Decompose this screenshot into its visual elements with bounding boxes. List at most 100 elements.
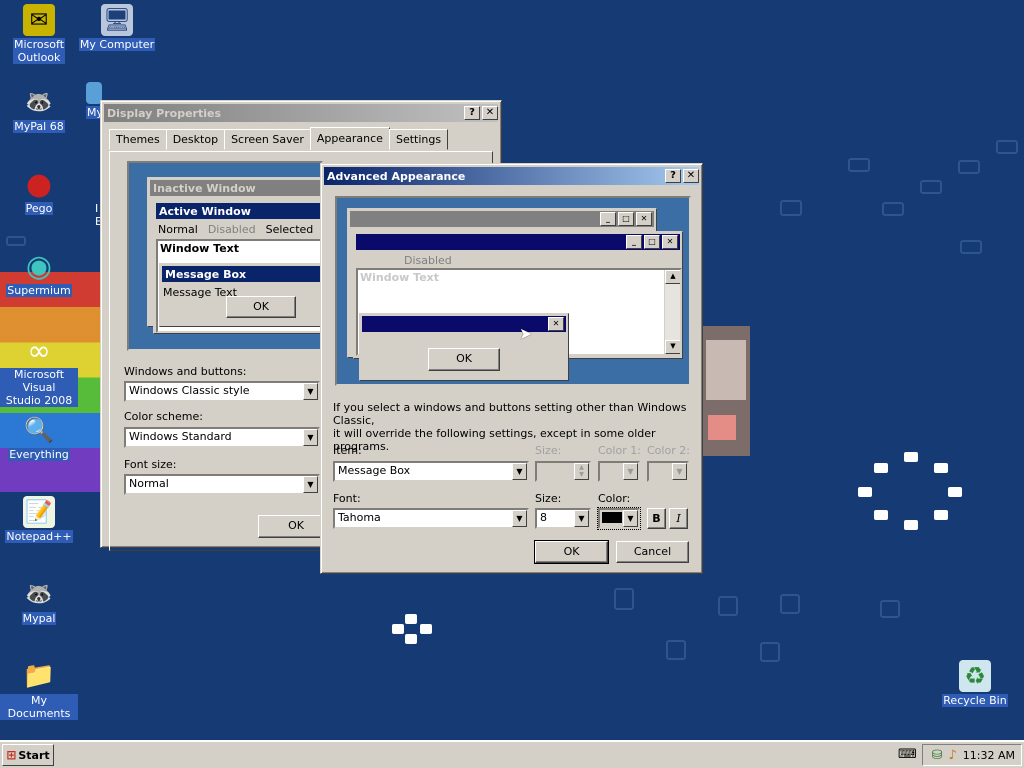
desktop-icon-label: Recycle Bin xyxy=(942,694,1008,707)
cancel-button[interactable]: Cancel xyxy=(616,541,689,563)
help-button[interactable]: ? xyxy=(464,106,480,120)
my-documents-icon: 📁 xyxy=(22,661,56,691)
help-button[interactable]: ? xyxy=(665,169,681,183)
size-label: Size: xyxy=(535,444,562,457)
spinner-arrows-icon[interactable]: ▲ ▼ xyxy=(574,463,589,480)
font-size-label: Size: xyxy=(535,492,562,505)
wallpaper-dot xyxy=(904,452,918,462)
color-1-picker[interactable]: ▼ xyxy=(598,461,640,482)
desktop-icon-recycle-bin[interactable]: ♻ Recycle Bin xyxy=(936,660,1014,707)
preview-menu-disabled: Disabled xyxy=(207,223,256,236)
wallpaper-deco xyxy=(666,640,686,660)
desktop-icon-my-documents[interactable]: 📁 My Documents xyxy=(0,660,78,720)
wallpaper-deco xyxy=(958,160,980,174)
chevron-down-icon[interactable]: ▼ xyxy=(574,510,589,527)
windows-and-buttons-select[interactable]: Windows Classic style ▼ xyxy=(124,381,320,402)
desktop-icon-pego[interactable]: ● Pego xyxy=(0,166,78,215)
appearance-preview: Inactive Window Active Window Normal Dis… xyxy=(127,161,333,351)
preview-inactive-title: _ □ ✕ xyxy=(350,211,654,227)
ok-button[interactable]: OK xyxy=(534,540,609,564)
network-icon[interactable]: ⛁ xyxy=(932,748,943,763)
desktop-icon-supermium[interactable]: ◉ Supermium xyxy=(0,248,78,297)
chevron-down-icon[interactable]: ▼ xyxy=(623,463,638,480)
dialog-title: Advanced Appearance xyxy=(327,169,466,183)
desktop-icon-my-computer[interactable]: 🖥 My Computer xyxy=(78,4,156,51)
wallpaper-dot xyxy=(904,520,918,530)
windows-and-buttons-label: Windows and buttons: xyxy=(124,365,247,378)
font-size-select[interactable]: Normal ▼ xyxy=(124,474,320,495)
chevron-down-icon[interactable]: ▼ xyxy=(303,476,318,493)
wallpaper-deco xyxy=(880,600,900,618)
start-button[interactable]: ⊞ Start xyxy=(2,744,54,766)
mypal-icon: 🦝 xyxy=(25,89,53,115)
wallpaper-dot xyxy=(405,614,417,624)
maximize-icon: □ xyxy=(618,212,634,226)
desktop-icon-label: Microsoft Visual Studio 2008 xyxy=(0,368,78,407)
italic-button[interactable]: I xyxy=(669,508,688,529)
color-2-picker[interactable]: ▼ xyxy=(647,461,689,482)
desktop-icon-notepadpp[interactable]: 📝 Notepad++ xyxy=(0,496,78,543)
preview-message-box[interactable]: ✕ OK xyxy=(359,313,569,381)
supermium-icon: ◉ xyxy=(25,248,53,284)
advanced-appearance-dialog: Advanced Appearance ? ✕ _ □ ✕ _ □ ✕ Disa… xyxy=(320,163,703,574)
preview-menu-disabled: Disabled xyxy=(404,254,452,267)
desktop-icon-label: My Documents xyxy=(0,694,78,720)
color-scheme-value: Windows Standard xyxy=(129,430,232,443)
font-select[interactable]: Tahoma ▼ xyxy=(333,508,529,529)
wallpaper-dot xyxy=(934,510,948,520)
tab-themes[interactable]: Themes xyxy=(109,129,167,150)
wallpaper-deco xyxy=(760,642,780,662)
bold-button[interactable]: B xyxy=(647,508,666,529)
desktop-icon-label: Microsoft Outlook xyxy=(12,38,66,64)
close-button[interactable]: ✕ xyxy=(482,106,498,120)
tab-screen-saver[interactable]: Screen Saver xyxy=(224,129,311,150)
desktop: ✉ Microsoft Outlook 🖥 My Computer 🦝 MyPa… xyxy=(0,0,1024,740)
chevron-down-icon[interactable]: ▼ xyxy=(512,510,527,527)
pego-icon: ● xyxy=(25,166,53,202)
wallpaper-deco xyxy=(882,202,904,216)
font-color-label: Color: xyxy=(598,492,631,505)
preview-message-title: ✕ xyxy=(362,316,566,332)
preview-message-title: Message Box xyxy=(162,266,326,282)
display-properties-titlebar[interactable]: Display Properties ? ✕ xyxy=(104,104,498,122)
volume-icon[interactable]: ♪ xyxy=(948,748,956,763)
desktop-icon-visual-studio[interactable]: ∞ Microsoft Visual Studio 2008 xyxy=(0,334,78,407)
chevron-down-icon[interactable]: ▼ xyxy=(512,463,527,480)
wallpaper-dot xyxy=(948,487,962,497)
clock[interactable]: 11:32 AM xyxy=(963,749,1015,762)
chevron-down-icon[interactable]: ▼ xyxy=(303,429,318,446)
advanced-preview[interactable]: _ □ ✕ _ □ ✕ Disabled Window Text ▲ ▼ ✕ O… xyxy=(335,196,691,386)
tab-appearance[interactable]: Appearance xyxy=(309,127,390,150)
chevron-down-icon[interactable]: ▼ xyxy=(303,383,318,400)
item-select[interactable]: Message Box ▼ xyxy=(333,461,529,482)
font-size-select[interactable]: 8 ▼ xyxy=(535,508,591,529)
wallpaper-deco xyxy=(960,240,982,254)
advanced-appearance-titlebar[interactable]: Advanced Appearance ? ✕ xyxy=(324,167,699,185)
chevron-down-icon[interactable]: ▼ xyxy=(623,510,638,527)
desktop-icon-everything[interactable]: 🔍 Everything xyxy=(0,414,78,461)
wallpaper-dot xyxy=(858,487,872,497)
chevron-down-icon[interactable]: ▼ xyxy=(672,463,687,480)
color-scheme-select[interactable]: Windows Standard ▼ xyxy=(124,427,320,448)
scroll-up-icon: ▲ xyxy=(665,270,680,284)
desktop-icon-outlook[interactable]: ✉ Microsoft Outlook xyxy=(0,4,78,64)
color-swatch xyxy=(602,512,622,523)
preview-message-box: Message Box Message Text OK xyxy=(159,263,329,327)
size-spinner[interactable]: ▲ ▼ xyxy=(535,461,591,482)
tab-desktop[interactable]: Desktop xyxy=(165,129,226,150)
mouse-cursor-icon: ➤ xyxy=(519,324,533,343)
font-color-picker[interactable]: ▼ xyxy=(597,507,641,530)
wallpaper-dot xyxy=(405,634,417,644)
close-icon: ✕ xyxy=(548,317,564,331)
keyboard-icon[interactable]: ⌨ xyxy=(898,747,917,762)
tab-settings[interactable]: Settings xyxy=(388,129,449,150)
preview-active-title: Active Window xyxy=(156,203,330,219)
system-tray: ⛁ ♪ 11:32 AM xyxy=(922,744,1022,766)
wallpaper-deco xyxy=(920,180,942,194)
desktop-icon-mypal[interactable]: 🦝 Mypal xyxy=(0,578,78,625)
desktop-icon-label: Pego xyxy=(24,202,54,215)
close-button[interactable]: ✕ xyxy=(683,169,699,183)
desktop-icon-mypal-68[interactable]: 🦝 MyPal 68 xyxy=(0,86,78,133)
everything-icon: 🔍 xyxy=(24,416,54,444)
taskbar: ⊞ Start ⌨ ⛁ ♪ 11:32 AM xyxy=(0,740,1024,768)
